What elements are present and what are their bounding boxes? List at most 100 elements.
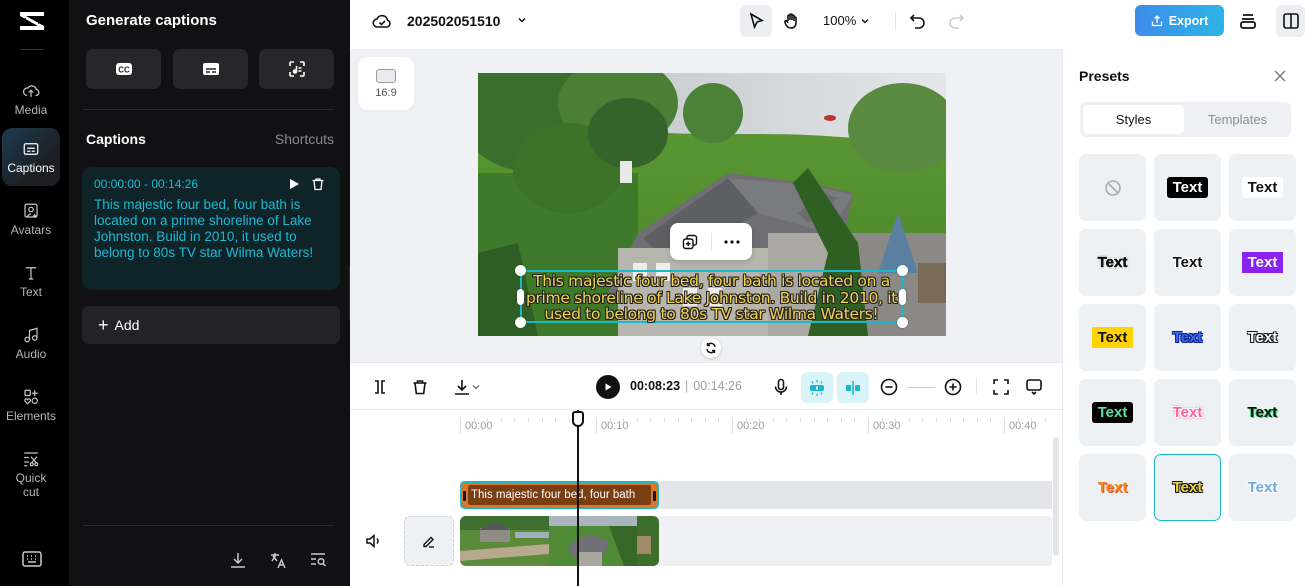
timeline-zoom-slider[interactable]	[907, 387, 935, 388]
timeline-vertical-scrollbar[interactable]	[1053, 437, 1059, 556]
rail-item-audio[interactable]: Audio	[2, 310, 60, 368]
preset-style[interactable]: Text	[1229, 154, 1296, 221]
zoom-in-icon	[944, 378, 962, 396]
aspect-ratio-button[interactable]: 16:9	[358, 57, 414, 110]
zoom-level-dropdown[interactable]: 100%	[823, 13, 870, 28]
rail-item-captions[interactable]: Captions	[2, 128, 60, 186]
rail-item-text[interactable]: Text	[2, 248, 60, 306]
toggle-right-panel-button[interactable]	[1276, 5, 1305, 37]
more-options-button[interactable]	[712, 223, 753, 260]
ruler-minor-tick	[786, 418, 788, 422]
zoom-in-timeline-button[interactable]	[943, 377, 963, 397]
auto-captions-button[interactable]: CC	[86, 49, 161, 89]
project-name[interactable]: 202502051510	[407, 13, 500, 29]
preset-style[interactable]: Text	[1154, 304, 1221, 371]
duplicate-button[interactable]	[670, 223, 711, 260]
rail-item-media[interactable]: Media	[2, 66, 60, 124]
add-caption-button[interactable]: + Add	[82, 306, 340, 344]
microphone-icon	[774, 378, 788, 395]
ruler-major-tick	[732, 418, 733, 434]
preset-style[interactable]: Text	[1079, 229, 1146, 296]
caption-overlay-text[interactable]: This majestic four bed, four bath is loc…	[522, 272, 901, 323]
play-icon	[605, 383, 612, 391]
ruler-label: 00:30	[873, 420, 901, 432]
zoom-out-timeline-button[interactable]	[879, 377, 899, 397]
playhead[interactable]	[577, 410, 579, 586]
current-time: 00:08:23	[630, 379, 681, 393]
preset-style[interactable]: Text	[1229, 304, 1296, 371]
redo-button[interactable]	[940, 5, 972, 37]
preset-sample: Text	[1247, 404, 1278, 421]
split-button[interactable]	[370, 377, 390, 397]
export-button[interactable]: Export	[1135, 5, 1224, 36]
caption-item[interactable]: 00:00:00 - 00:14:26 This majestic four b…	[82, 167, 340, 290]
caption-selection-box[interactable]: This majestic four bed, four bath is loc…	[515, 265, 908, 328]
resize-handle-top-right[interactable]	[897, 265, 908, 276]
delete-button[interactable]	[410, 377, 430, 397]
select-tool-button[interactable]	[740, 5, 772, 37]
caption-clip[interactable]: This majestic four bed, four bath	[460, 481, 659, 509]
split-icon	[375, 380, 385, 394]
main-track-magnet-toggle[interactable]	[837, 372, 869, 403]
translate-icon[interactable]	[269, 551, 287, 569]
preset-none[interactable]	[1079, 154, 1146, 221]
resize-handle-left[interactable]	[517, 289, 524, 305]
no-style-icon	[1104, 179, 1121, 196]
auto-snap-toggle[interactable]	[801, 372, 833, 403]
preview-mode-button[interactable]	[1024, 377, 1044, 397]
ruler-minor-tick	[908, 418, 910, 422]
manual-captions-button[interactable]	[173, 49, 248, 89]
search-captions-icon[interactable]	[309, 551, 327, 569]
rail-item-elements[interactable]: Elements	[2, 372, 60, 430]
video-clip[interactable]	[460, 516, 659, 566]
capcut-logo	[20, 12, 44, 30]
preset-style[interactable]: Text	[1079, 454, 1146, 521]
resize-handle-top-left[interactable]	[515, 265, 526, 276]
preset-style[interactable]: Text	[1229, 229, 1296, 296]
record-voiceover-button[interactable]	[771, 377, 791, 397]
clip-trim-handle-left[interactable]	[463, 491, 466, 501]
lyrics-captions-button[interactable]	[259, 49, 334, 89]
undo-button[interactable]	[902, 5, 934, 37]
rail-item-avatars[interactable]: Avatars	[2, 186, 60, 244]
preset-style[interactable]: Text	[1079, 379, 1146, 446]
edit-cover-button[interactable]	[404, 516, 454, 566]
preset-style[interactable]: Text	[1154, 379, 1221, 446]
playhead-handle[interactable]	[572, 411, 584, 427]
download-icon[interactable]	[229, 551, 247, 569]
rotate-handle[interactable]	[701, 338, 721, 358]
pencil-icon	[423, 536, 434, 548]
play-caption-icon[interactable]	[287, 177, 301, 191]
shortcuts-link[interactable]: Shortcuts	[275, 131, 334, 147]
close-icon[interactable]	[1273, 69, 1287, 83]
timeline-ruler[interactable]: 00:00 00:10 00:20 00:30 00:40	[460, 410, 1060, 440]
clip-trim-handle-right[interactable]	[653, 491, 656, 501]
trash-icon	[413, 380, 427, 395]
rail-item-quick-cut[interactable]: Quick cut	[2, 434, 60, 506]
volume-icon[interactable]	[365, 532, 383, 550]
fit-timeline-button[interactable]	[991, 377, 1011, 397]
resize-handle-right[interactable]	[899, 289, 906, 305]
cloud-saved-icon[interactable]	[372, 12, 392, 30]
delete-caption-icon[interactable]	[311, 177, 325, 191]
layers-button[interactable]	[1232, 5, 1264, 37]
download-dropdown[interactable]	[450, 377, 484, 397]
resize-handle-bottom-right[interactable]	[897, 317, 908, 328]
rail-label: Quick cut	[15, 471, 47, 499]
preset-style[interactable]: Text	[1079, 304, 1146, 371]
preset-style[interactable]: Text	[1229, 379, 1296, 446]
caption-text[interactable]: This majestic four bed, four bath is loc…	[94, 197, 334, 261]
rail-label: Text	[19, 285, 42, 299]
preset-style[interactable]: Text	[1229, 454, 1296, 521]
preset-style[interactable]: Text	[1154, 154, 1221, 221]
play-button[interactable]	[596, 375, 620, 399]
preset-style-selected[interactable]: Text	[1154, 454, 1221, 521]
preset-style[interactable]: Text	[1154, 229, 1221, 296]
keyboard-icon[interactable]	[22, 551, 42, 567]
hand-tool-button[interactable]	[775, 5, 807, 37]
tab-templates[interactable]: Templates	[1187, 105, 1288, 134]
tab-styles[interactable]: Styles	[1083, 105, 1184, 134]
resize-handle-bottom-left[interactable]	[515, 317, 526, 328]
chevron-down-icon[interactable]	[516, 14, 528, 26]
ruler-major-tick	[460, 418, 461, 434]
